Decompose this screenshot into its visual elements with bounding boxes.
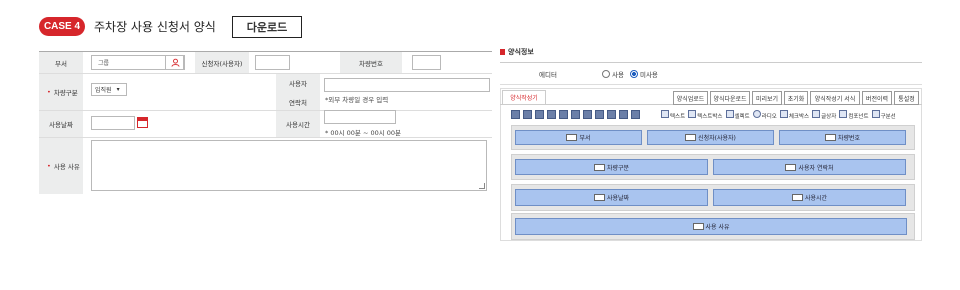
page-title: 주차장 사용 신청서 양식	[94, 20, 216, 34]
field-dept[interactable]: 부서	[515, 130, 642, 145]
field-applicant[interactable]: 신청자(사용자)	[647, 130, 774, 145]
dept-label: 부서	[39, 52, 83, 73]
resize-handle-icon[interactable]	[479, 183, 485, 189]
field-icon	[785, 163, 797, 171]
time-label: 사용시간	[276, 111, 320, 137]
user-label: 사용자	[289, 79, 307, 88]
palette-select[interactable]: 셀렉트	[725, 110, 750, 120]
time-input[interactable]	[324, 110, 396, 124]
date-label: 사용날짜	[39, 111, 83, 137]
row-divider	[39, 73, 492, 74]
editor-row: 에디터 사용 미사용	[500, 63, 922, 85]
format-button[interactable]: 양식작성기 서식	[810, 91, 860, 105]
row-divider	[39, 110, 492, 111]
field-car-number[interactable]: 차량번호	[779, 130, 906, 145]
component-palette: 텍스트 텍스트박스 셀렉트 라디오 체크박스 글상자 컴포넌트 구분선	[661, 110, 896, 120]
time-note: * 00시 00분 ~ 00시 00분	[325, 129, 402, 137]
row-divider	[39, 137, 492, 138]
radio-icon	[752, 110, 761, 118]
field-icon	[824, 134, 836, 141]
field-icon	[685, 134, 697, 141]
reset-button[interactable]: 초기화	[784, 91, 808, 105]
layout-5-icon[interactable]	[559, 110, 568, 119]
layout-11-icon[interactable]	[631, 110, 640, 119]
field-time[interactable]: 사용시간	[713, 189, 906, 206]
field-icon	[593, 194, 605, 201]
field-icon	[692, 223, 704, 230]
contact-label: 연락처	[289, 98, 307, 107]
textbox-icon	[688, 110, 697, 118]
car-number-label: 차량번호	[340, 52, 402, 73]
layout-1-icon[interactable]	[511, 110, 520, 119]
version-history-button[interactable]: 버전이력	[862, 91, 892, 105]
radio-not-use-label: 미사용	[639, 71, 658, 79]
palette-text[interactable]: 텍스트	[661, 110, 685, 120]
layout-toolbar	[511, 110, 640, 119]
field-icon	[593, 163, 605, 171]
select-icon	[725, 110, 734, 118]
user-search-icon[interactable]	[165, 55, 185, 70]
calendar-icon[interactable]	[137, 117, 148, 128]
field-icon	[566, 134, 578, 141]
editor-radio-group: 사용 미사용	[602, 69, 658, 79]
date-input[interactable]	[91, 116, 135, 130]
text-icon	[661, 110, 669, 118]
layout-7-icon[interactable]	[583, 110, 592, 119]
palette-textbox[interactable]: 텍스트박스	[688, 110, 723, 120]
contact-note: *외부 차량일 경우 입력	[325, 96, 389, 104]
palette-component[interactable]: 컴포넌트	[839, 110, 869, 120]
component-icon	[839, 110, 848, 118]
car-type-value: 임직원	[95, 87, 112, 94]
applicant-input[interactable]	[255, 55, 290, 70]
radio-not-use[interactable]	[629, 70, 638, 78]
field-icon	[791, 194, 803, 201]
title-marker-icon	[500, 49, 505, 55]
field-user-contact[interactable]: 사용자 연락처	[713, 159, 906, 175]
user-contact-label: 사용자 연락처	[276, 74, 320, 110]
palette-checkbox[interactable]: 체크박스	[779, 110, 809, 120]
applicant-label: 신청자(사용자)	[195, 52, 249, 73]
layout-8-icon[interactable]	[595, 110, 604, 119]
case-badge: CASE 4	[39, 17, 85, 36]
download-form-button[interactable]: 양식다운로드	[710, 91, 750, 105]
field-car-type[interactable]: 차량구분	[515, 159, 708, 175]
divider-icon	[871, 110, 880, 118]
download-button[interactable]: 다운로드	[232, 16, 302, 38]
settings-button[interactable]: 통설정	[894, 91, 919, 105]
field-date[interactable]: 사용날짜	[515, 189, 708, 206]
layout-3-icon[interactable]	[535, 110, 544, 119]
car-type-select[interactable]: 임직원 ▾	[91, 83, 127, 96]
chevron-down-icon: ▾	[116, 86, 120, 93]
radio-use-label: 사용	[612, 71, 624, 79]
reason-textarea[interactable]	[91, 140, 487, 191]
upload-button[interactable]: 양식업로드	[673, 91, 708, 105]
layout-4-icon[interactable]	[547, 110, 556, 119]
reason-label: • 사용 사유	[39, 138, 83, 194]
car-type-label: • 차량구분	[39, 74, 83, 110]
car-number-input[interactable]	[412, 55, 441, 70]
textarea-icon	[812, 110, 821, 118]
preview-button[interactable]: 미리보기	[752, 91, 782, 105]
palette-textarea[interactable]: 글상자	[812, 110, 836, 120]
palette-divider[interactable]: 구분선	[871, 110, 896, 120]
panel-title: 양식정보	[500, 47, 534, 57]
layout-10-icon[interactable]	[619, 110, 628, 119]
tab-form-builder[interactable]: 양식작성기	[502, 90, 546, 104]
checkbox-icon	[779, 110, 788, 118]
radio-use[interactable]	[602, 70, 610, 78]
application-form: 부서 그룹 신청자(사용자) 차량번호 • 차량구분 임직원 ▾ 사용자 연락처 …	[39, 51, 492, 194]
layout-6-icon[interactable]	[571, 110, 580, 119]
layout-2-icon[interactable]	[523, 110, 532, 119]
editor-label: 에디터	[500, 63, 596, 84]
layout-9-icon[interactable]	[607, 110, 616, 119]
palette-radio[interactable]: 라디오	[752, 110, 777, 120]
user-contact-input[interactable]	[324, 78, 490, 92]
field-reason[interactable]: 사용 사유	[515, 218, 907, 235]
